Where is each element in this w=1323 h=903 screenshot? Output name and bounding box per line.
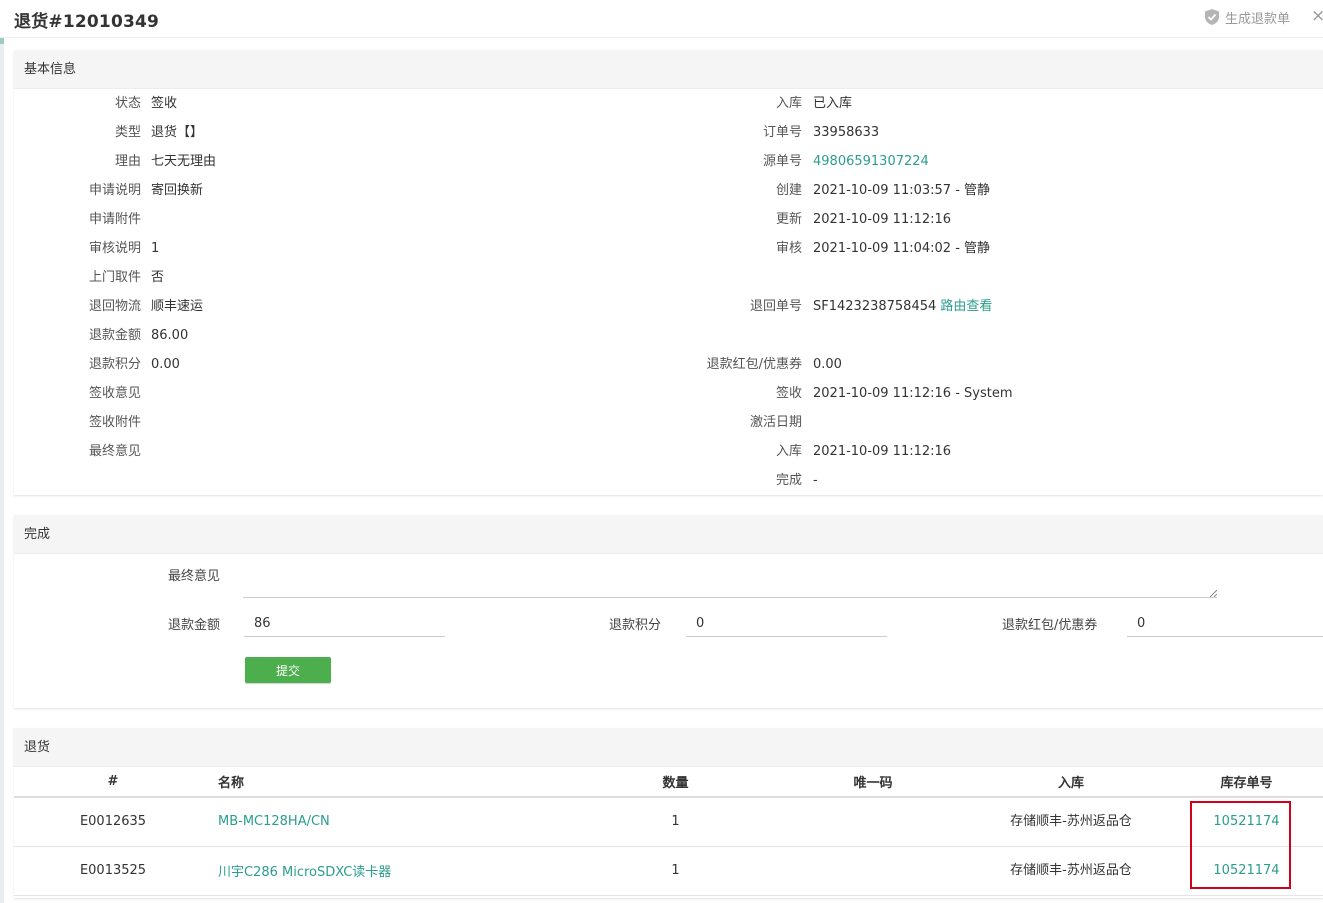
info-row-stocked: 入库 2021-10-09 11:12:16 <box>14 442 1323 462</box>
info-label: 上门取件 <box>88 270 141 285</box>
submit-button[interactable]: 提交 <box>245 657 331 683</box>
table-row: E0013525 川宇C286 MicroSDXC读卡器 1 存储顺丰-苏州返品… <box>14 846 1323 896</box>
refund-coupon-input[interactable] <box>1127 611 1323 637</box>
info-row-stock-in: 入库 已入库 <box>14 94 1323 114</box>
info-row-done: 完成 - <box>14 471 1323 491</box>
stock-no-link[interactable]: 10521174 <box>1213 814 1279 829</box>
info-label: 源单号 <box>762 154 802 169</box>
col-header-warehouse: 入库 <box>972 767 1170 798</box>
info-value: 2021-10-09 11:03:57 - 管静 <box>813 183 991 198</box>
info-row-left: 上门取件否 <box>14 268 614 288</box>
info-label: 签收 <box>775 386 802 401</box>
cell-qty: 1 <box>577 797 774 847</box>
info-value: 0.00 <box>813 357 842 372</box>
finish-panel: 完成 最终意见 退款金额 退款积分 退款红包/优惠券 提交 <box>14 515 1323 708</box>
info-value: SF1423238758454 路由查看 <box>813 297 992 317</box>
finish-header: 完成 <box>14 515 1323 554</box>
info-label: 入库 <box>775 96 802 111</box>
info-label: 退款金额 <box>88 328 141 343</box>
refund-coupon-label: 退款红包/优惠券 <box>1002 618 1098 633</box>
product-name-link[interactable]: MB-MC128HA/CN <box>218 814 330 829</box>
info-label: 订单号 <box>762 125 802 140</box>
source-no-link[interactable]: 49806591307224 <box>813 152 929 172</box>
basic-info-header: 基本信息 <box>14 50 1323 89</box>
page: 退货#12010349 生成退款单 × 基本信息 状态 签收 类型 退货【】 理由 七天无… <box>0 0 1323 903</box>
basic-info-panel: 基本信息 状态 签收 类型 退货【】 理由 七天无理由 申请说明 寄回换新 申请附件 审核说明 1 上… <box>14 50 1323 495</box>
table-row: E0012635 MB-MC128HA/CN 1 存储顺丰-苏州返品仓 1052… <box>14 797 1323 847</box>
returns-table: # 名称 数量 唯一码 入库 库存单号 E0012635 MB-MC128HA/… <box>14 767 1323 896</box>
cell-id: E0012635 <box>14 797 212 847</box>
return-tracking-number: SF1423238758454 <box>813 299 937 314</box>
returns-header: 退货 <box>14 728 1323 767</box>
product-name-link[interactable]: 川宇C286 MicroSDXC读卡器 <box>218 865 391 880</box>
col-header-stock-no: 库存单号 <box>1170 767 1323 798</box>
col-header-name: 名称 <box>212 767 577 798</box>
col-header-unique: 唯一码 <box>774 767 972 798</box>
cell-warehouse: 存储顺丰-苏州返品仓 <box>1010 813 1132 829</box>
info-label: 审核 <box>775 241 802 256</box>
refund-points-label: 退款积分 <box>609 618 662 633</box>
info-label: 创建 <box>775 183 802 198</box>
final-opinion-label: 最终意见 <box>168 569 221 584</box>
left-edge-bar <box>0 0 4 903</box>
info-value: 2021-10-09 11:12:16 - System <box>813 386 1013 401</box>
cell-warehouse: 存储顺丰-苏州返品仓 <box>1010 862 1132 878</box>
info-label: 完成 <box>775 473 802 488</box>
info-row-return-no: 退回单号 SF1423238758454 路由查看 <box>14 297 1323 317</box>
info-row-source-no: 源单号 49806591307224 <box>14 152 1323 172</box>
resize-grip-icon <box>1209 589 1217 597</box>
info-row-created: 创建 2021-10-09 11:03:57 - 管静 <box>14 181 1323 201</box>
cell-id: E0013525 <box>14 846 212 896</box>
generate-refund-label: 生成退款单 <box>1225 11 1291 27</box>
cell-unique <box>774 797 972 847</box>
cell-qty: 1 <box>577 846 774 896</box>
page-title: 退货#12010349 <box>14 12 160 32</box>
close-icon[interactable]: × <box>1311 6 1323 26</box>
table-header-row: # 名称 数量 唯一码 入库 库存单号 <box>14 767 1323 798</box>
refund-amount-input[interactable] <box>244 611 445 637</box>
info-row-left: 退款金额 86.00 <box>14 326 614 346</box>
info-row-audited: 审核 2021-10-09 11:04:02 - 管静 <box>14 239 1323 259</box>
info-value: 已入库 <box>813 96 853 111</box>
info-row-updated: 更新 2021-10-09 11:12:16 <box>14 210 1323 230</box>
generate-refund-button[interactable]: 生成退款单 <box>1203 7 1290 27</box>
cell-unique <box>774 846 972 896</box>
info-row-activated: 激活日期 <box>14 413 1323 433</box>
info-row-refund-coupon: 退款红包/优惠券 0.00 <box>14 355 1323 375</box>
title-bar: 退货#12010349 生成退款单 × <box>0 0 1323 38</box>
info-value: 33958633 <box>813 125 880 140</box>
info-value: 2021-10-09 11:12:16 <box>813 444 952 459</box>
info-label: 退款红包/优惠券 <box>706 357 802 372</box>
info-value: 2021-10-09 11:04:02 - 管静 <box>813 241 991 256</box>
stock-no-link[interactable]: 10521174 <box>1213 863 1279 878</box>
shield-check-icon <box>1205 9 1219 25</box>
route-view-link[interactable]: 路由查看 <box>940 299 992 314</box>
info-value: - <box>813 473 818 488</box>
refund-points-input[interactable] <box>686 611 887 637</box>
info-label: 激活日期 <box>749 415 802 430</box>
info-row-signed: 签收 2021-10-09 11:12:16 - System <box>14 384 1323 404</box>
col-header-qty: 数量 <box>577 767 774 798</box>
info-label: 退回单号 <box>749 299 802 314</box>
returns-panel: 退货 # 名称 数量 唯一码 入库 库存单号 E0012635 MB-MC128… <box>14 728 1323 898</box>
info-row-order-no: 订单号 33958633 <box>14 123 1323 143</box>
info-value: 否 <box>151 270 165 285</box>
refund-amount-label: 退款金额 <box>168 618 221 633</box>
info-value: 86.00 <box>151 328 189 343</box>
final-opinion-textarea[interactable] <box>243 561 1217 598</box>
info-label: 更新 <box>775 212 802 227</box>
col-header-index: # <box>14 767 212 798</box>
info-label: 入库 <box>775 444 802 459</box>
info-value: 2021-10-09 11:12:16 <box>813 212 952 227</box>
